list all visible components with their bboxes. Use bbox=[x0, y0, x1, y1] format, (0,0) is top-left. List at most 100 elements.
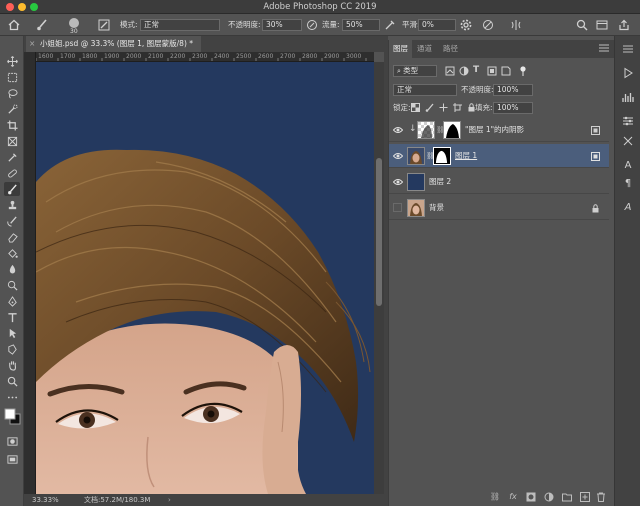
frame-tool-icon[interactable] bbox=[4, 134, 20, 148]
adjustments-panel-icon[interactable] bbox=[621, 114, 635, 128]
fx-button[interactable]: fx bbox=[507, 492, 519, 502]
layer-name[interactable]: 背景 bbox=[429, 196, 444, 220]
smoothing-field[interactable]: 0% bbox=[418, 19, 456, 31]
layer-mask-thumbnail[interactable] bbox=[443, 121, 461, 139]
search-icon[interactable] bbox=[574, 17, 590, 33]
eraser-tool-icon[interactable] bbox=[4, 230, 20, 244]
share-icon[interactable] bbox=[616, 17, 632, 33]
healing-brush-tool-icon[interactable] bbox=[4, 166, 20, 180]
visibility-eye-icon[interactable] bbox=[392, 152, 404, 160]
brush-tool-preset-icon[interactable] bbox=[34, 17, 50, 33]
link-layers-icon[interactable]: ⛓ bbox=[489, 492, 501, 502]
lasso-tool-icon[interactable] bbox=[4, 86, 20, 100]
brush-settings-icon[interactable] bbox=[96, 17, 112, 33]
lock-pixels-icon[interactable] bbox=[425, 103, 434, 112]
brush-tool-icon[interactable] bbox=[4, 182, 20, 196]
panel-menu-icon[interactable] bbox=[599, 44, 609, 52]
layer-thumbnail bbox=[407, 199, 425, 217]
blend-mode-select[interactable]: 正常 bbox=[393, 84, 457, 96]
pressure-opacity-icon[interactable] bbox=[304, 17, 320, 33]
adjustment-layer-icon[interactable] bbox=[543, 492, 555, 502]
layer-name[interactable]: "图层 1"的内阴影 bbox=[465, 118, 524, 142]
folder-icon[interactable] bbox=[561, 492, 573, 502]
zoom-level[interactable]: 33.33% bbox=[32, 494, 59, 506]
visibility-toggle-off[interactable] bbox=[393, 203, 402, 212]
quick-selection-tool-icon[interactable] bbox=[4, 102, 20, 116]
layer-effects-icon[interactable] bbox=[591, 152, 600, 161]
layer-row[interactable]: 图层 2 bbox=[389, 170, 609, 194]
vertical-scrollbar[interactable] bbox=[374, 62, 384, 494]
more-tools-icon[interactable] bbox=[4, 390, 20, 404]
clone-stamp-tool-icon[interactable] bbox=[4, 198, 20, 212]
tools-panel bbox=[0, 36, 24, 506]
opacity-field[interactable]: 30% bbox=[262, 19, 302, 31]
eyedropper-tool-icon[interactable] bbox=[4, 150, 20, 164]
lock-artboard-icon[interactable] bbox=[453, 103, 462, 112]
visibility-eye-icon[interactable] bbox=[392, 178, 404, 186]
flow-field[interactable]: 50% bbox=[342, 19, 380, 31]
add-mask-icon[interactable] bbox=[525, 492, 537, 502]
workspace-icon[interactable] bbox=[594, 17, 610, 33]
document-canvas[interactable] bbox=[36, 62, 374, 494]
dodge-tool-icon[interactable] bbox=[4, 278, 20, 292]
layer-row[interactable]: 背景 bbox=[389, 196, 609, 220]
pressure-size-icon[interactable] bbox=[480, 17, 496, 33]
home-icon[interactable] bbox=[6, 17, 22, 33]
filter-type-layer-icon[interactable]: T bbox=[473, 65, 483, 77]
visibility-eye-icon[interactable] bbox=[392, 126, 404, 134]
collapse-panels-icon[interactable] bbox=[621, 42, 635, 56]
trash-icon[interactable] bbox=[595, 492, 607, 502]
layer-row[interactable]: ⛓ 图层 1 bbox=[389, 144, 609, 168]
tab-paths[interactable]: 路径 bbox=[443, 40, 458, 58]
hand-tool-icon[interactable] bbox=[4, 358, 20, 372]
play-actions-icon[interactable] bbox=[621, 66, 635, 80]
character-panel-icon[interactable]: A bbox=[621, 158, 635, 172]
color-swatches[interactable] bbox=[4, 408, 22, 426]
shape-tool-icon[interactable] bbox=[4, 342, 20, 356]
fill-field[interactable]: 100% bbox=[493, 102, 533, 114]
quick-mask-icon[interactable] bbox=[4, 434, 20, 448]
layer-thumbnail bbox=[407, 147, 425, 165]
marquee-tool-icon[interactable] bbox=[4, 70, 20, 84]
glyphs-panel-icon[interactable]: A bbox=[621, 200, 635, 214]
filter-toggle-icon[interactable] bbox=[519, 66, 527, 76]
paint-bucket-tool-icon[interactable] bbox=[4, 246, 20, 260]
filter-type-select[interactable]: ⌕ 类型 bbox=[393, 65, 437, 77]
path-selection-tool-icon[interactable] bbox=[4, 326, 20, 340]
document-tab[interactable]: × 小姐姐.psd @ 33.3% (图层 1, 图层蒙版/8) * bbox=[26, 36, 201, 52]
lock-position-icon[interactable] bbox=[439, 103, 448, 112]
histogram-icon[interactable] bbox=[621, 90, 635, 104]
layer-opacity-field[interactable]: 100% bbox=[493, 84, 533, 96]
mode-select[interactable]: 正常 bbox=[140, 19, 220, 31]
panel-tabs: 图层 通道 路径 bbox=[389, 40, 615, 58]
scrollbar-thumb[interactable] bbox=[376, 158, 382, 306]
filter-smart-object-icon[interactable] bbox=[501, 66, 511, 76]
lock-transparency-icon[interactable] bbox=[411, 103, 420, 112]
filter-adjustment-icon[interactable] bbox=[459, 66, 469, 76]
filter-shape-icon[interactable] bbox=[487, 66, 497, 76]
layer-row[interactable]: ↓ ⛓ "图层 1"的内阴影 bbox=[389, 118, 609, 142]
zoom-tool-icon[interactable] bbox=[4, 374, 20, 388]
layer-effects-icon[interactable] bbox=[591, 126, 600, 135]
status-menu-arrow-icon[interactable]: › bbox=[168, 494, 171, 506]
crop-tool-icon[interactable] bbox=[4, 118, 20, 132]
pen-tool-icon[interactable] bbox=[4, 294, 20, 308]
tab-channels[interactable]: 通道 bbox=[417, 40, 432, 58]
screen-mode-icon[interactable] bbox=[4, 452, 20, 466]
tab-layers[interactable]: 图层 bbox=[389, 40, 412, 58]
layer-name[interactable]: 图层 1 bbox=[455, 144, 477, 168]
move-tool-icon[interactable] bbox=[4, 54, 20, 68]
properties-panel-icon[interactable] bbox=[621, 134, 635, 148]
layer-mask-thumbnail[interactable] bbox=[433, 147, 451, 165]
layer-name[interactable]: 图层 2 bbox=[429, 170, 451, 194]
gear-icon[interactable] bbox=[458, 17, 474, 33]
type-tool-icon[interactable] bbox=[4, 310, 20, 324]
paragraph-panel-icon[interactable]: ¶ bbox=[621, 176, 635, 190]
airbrush-icon[interactable] bbox=[382, 17, 398, 33]
filter-pixel-icon[interactable] bbox=[445, 66, 455, 76]
new-layer-icon[interactable] bbox=[579, 492, 591, 502]
blur-tool-icon[interactable] bbox=[4, 262, 20, 276]
symmetry-icon[interactable] bbox=[508, 17, 524, 33]
history-brush-tool-icon[interactable] bbox=[4, 214, 20, 228]
close-icon[interactable]: × bbox=[29, 36, 35, 52]
